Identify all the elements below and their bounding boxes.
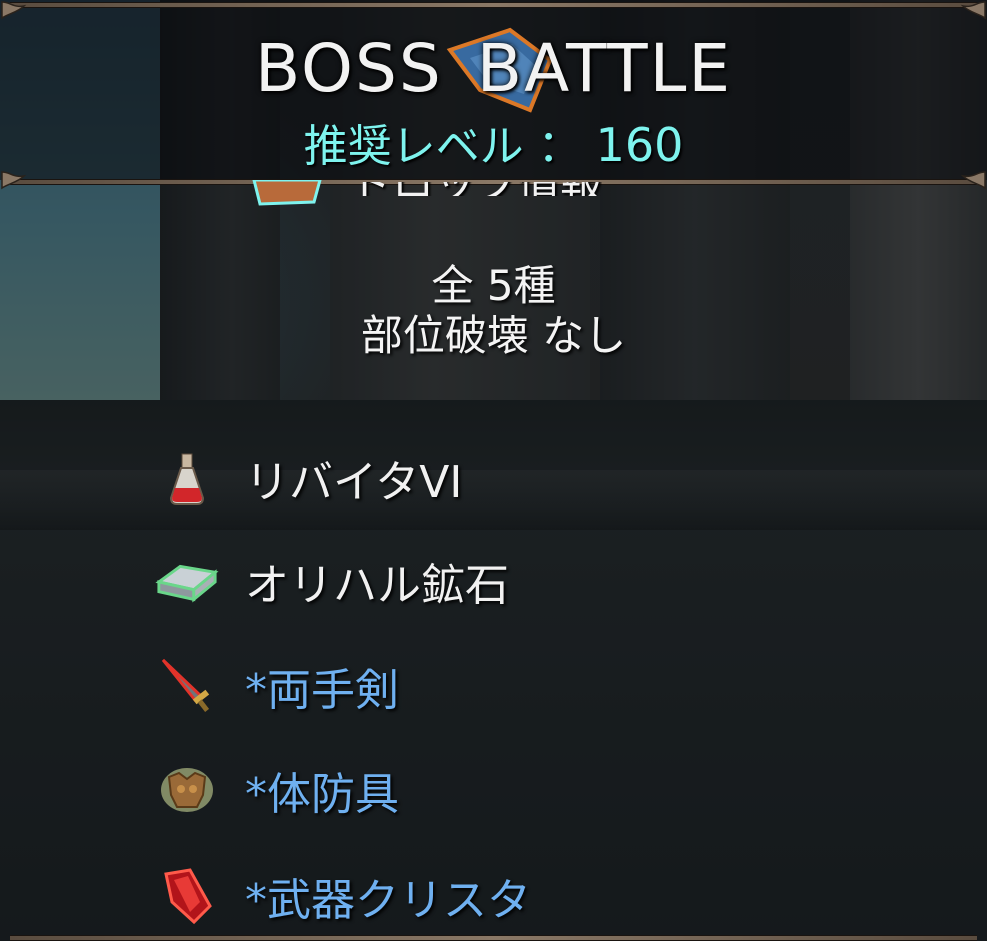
frame-corner-ornament bbox=[959, 0, 987, 20]
potion-flask-icon bbox=[155, 448, 219, 508]
recommended-level: 推奨レベル ： 160 bbox=[0, 110, 987, 174]
boss-battle-title: BOSS BATTLE bbox=[0, 30, 987, 107]
title-word-boss: BOSS bbox=[254, 30, 443, 107]
red-crystal-icon bbox=[155, 866, 219, 926]
frame-top-border bbox=[10, 3, 977, 7]
list-item: オリハル鉱石 bbox=[155, 551, 855, 611]
ore-ingot-icon bbox=[155, 551, 219, 611]
drop-item-name: オリハル鉱石 bbox=[245, 560, 509, 611]
frame-corner-ornament bbox=[959, 170, 987, 190]
frame-corner-ornament bbox=[0, 0, 28, 20]
list-item: *武器クリスタ bbox=[155, 866, 855, 926]
frame-corner-ornament bbox=[0, 170, 28, 190]
list-item: リバイタVI bbox=[155, 448, 855, 508]
drop-item-name: *武器クリスタ bbox=[245, 875, 531, 926]
body-armor-icon bbox=[155, 760, 219, 820]
two-handed-sword-icon bbox=[155, 656, 219, 716]
drop-item-name: リバイタVI bbox=[245, 457, 463, 508]
drop-item-name: *体防具 bbox=[245, 769, 399, 820]
treasure-chest-icon bbox=[250, 178, 330, 214]
list-item: *両手剣 bbox=[155, 656, 855, 716]
recommended-level-label: 推奨レベル ： bbox=[303, 121, 582, 172]
drop-item-name: *両手剣 bbox=[245, 665, 399, 716]
frame-bottom-border bbox=[10, 936, 977, 940]
list-item: *体防具 bbox=[155, 760, 855, 820]
title-word-battle: BATTLE bbox=[476, 30, 733, 107]
part-break-status: 部位破壊 なし bbox=[360, 311, 627, 360]
recommended-level-value: 160 bbox=[595, 118, 684, 172]
